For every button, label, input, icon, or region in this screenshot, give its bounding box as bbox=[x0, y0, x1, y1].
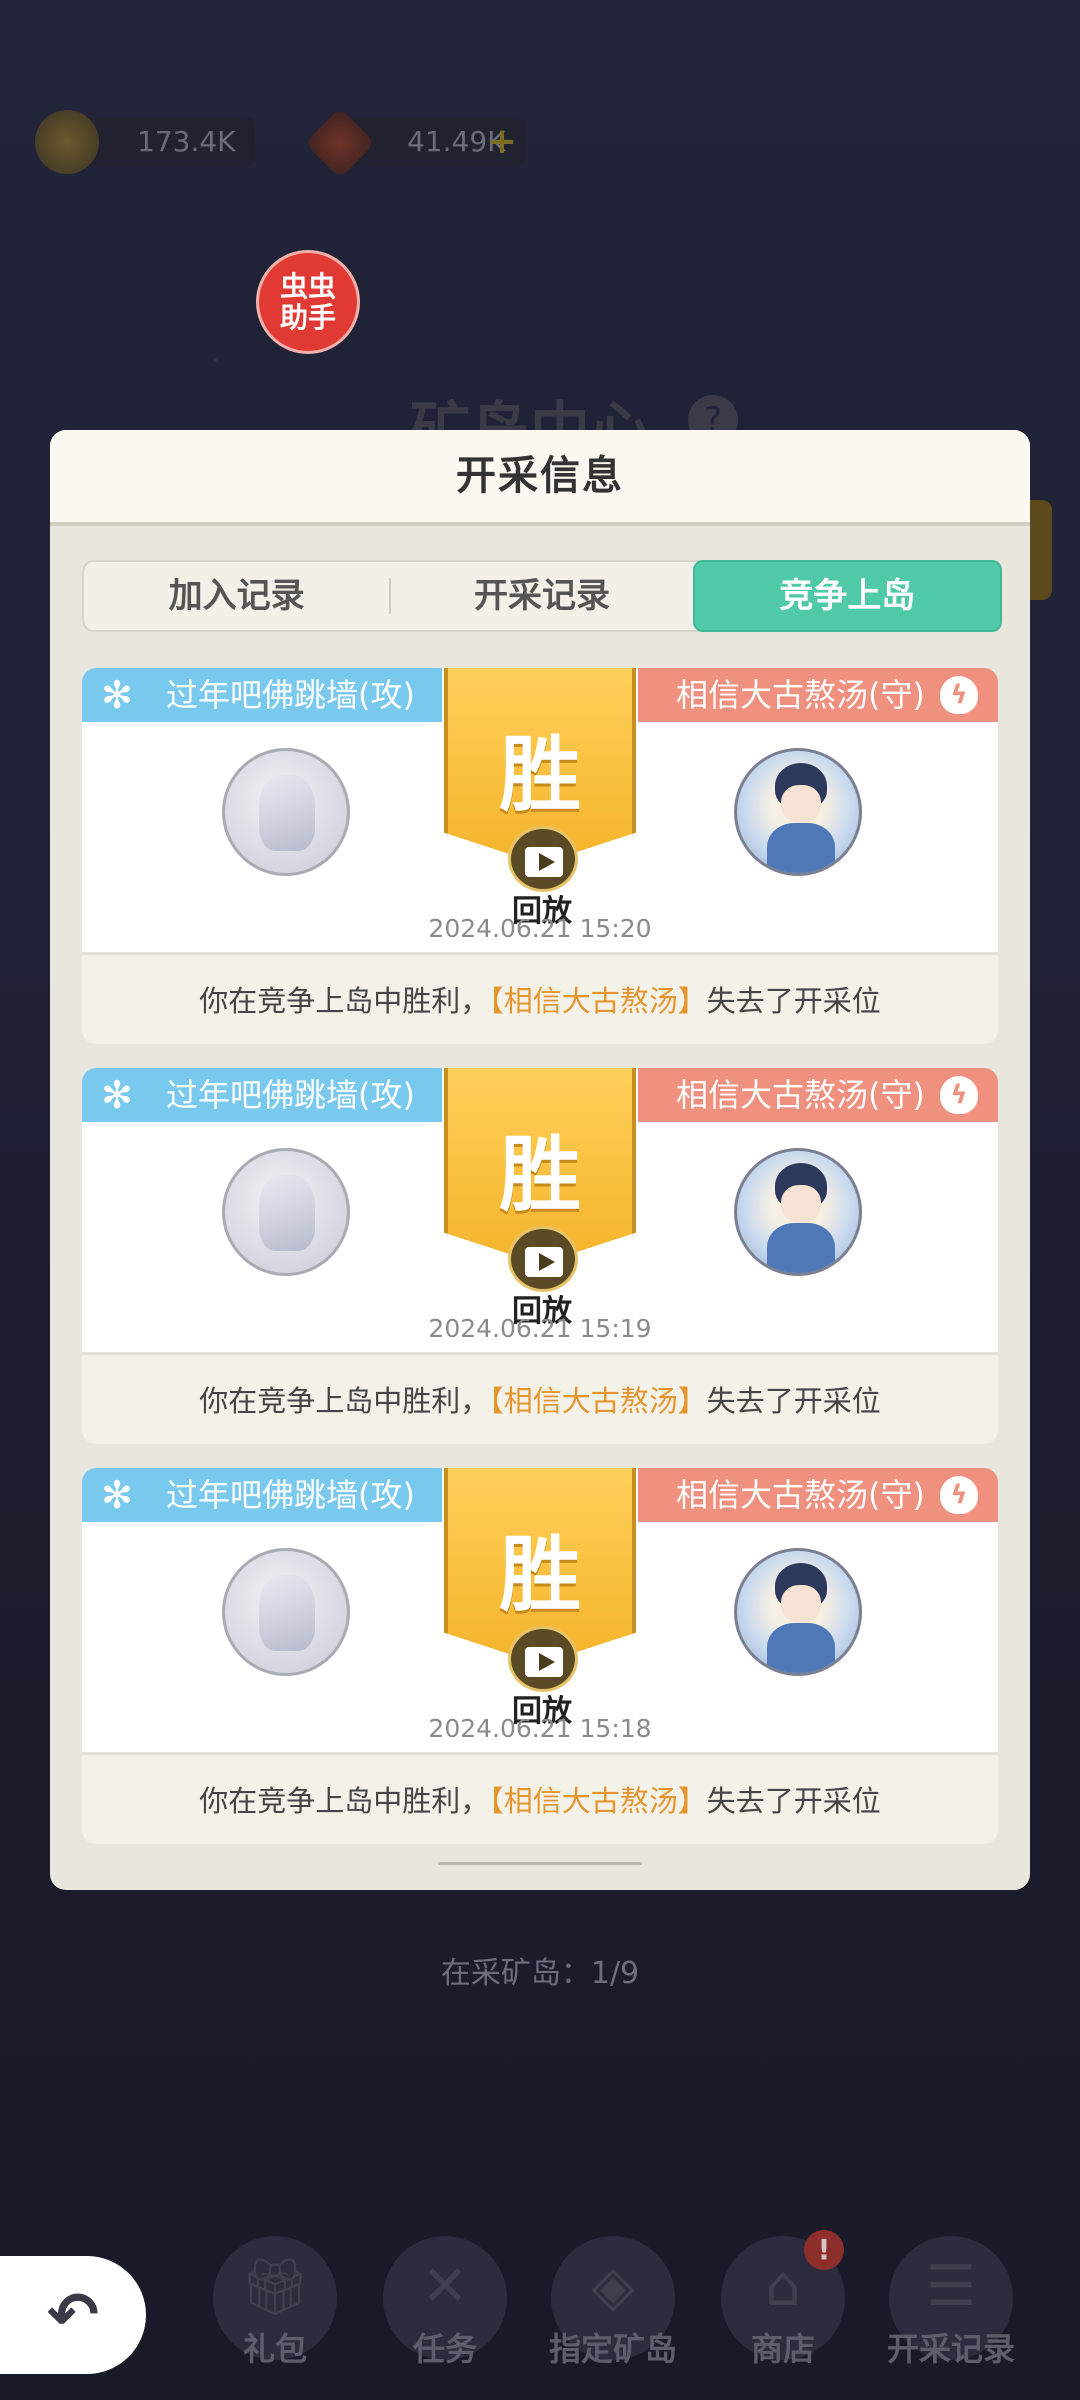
battle-message: 你在竞争上岛中胜利，【相信大古熬汤】失去了开采位 bbox=[82, 1352, 998, 1444]
helper-button[interactable]: 虫虫 助手 bbox=[256, 250, 360, 354]
mining-status: 在采矿岛：1/9 bbox=[440, 1956, 640, 1991]
records-icon: ☰ bbox=[925, 2254, 977, 2319]
coin-resource: 173.4K bbox=[35, 110, 255, 174]
defender-avatar[interactable] bbox=[734, 1548, 862, 1676]
nav-island-label: 指定矿岛 bbox=[548, 2330, 677, 2368]
tab-bar: 加入记录 开采记录 竞争上岛 bbox=[82, 560, 1002, 632]
nav-island[interactable]: ◈ 指定矿岛 bbox=[548, 2236, 678, 2368]
replay-icon[interactable] bbox=[508, 826, 578, 892]
result-label: 胜 bbox=[498, 727, 581, 823]
opponent-name-highlight: 【相信大古熬汤】 bbox=[489, 1784, 707, 1818]
nav-task[interactable]: ✕ 任务 bbox=[380, 2236, 510, 2368]
task-card-icon: ✕ bbox=[421, 2254, 469, 2319]
claw-icon: ✻ bbox=[101, 673, 133, 717]
tab-join-records[interactable]: 加入记录 bbox=[84, 562, 389, 630]
battle-message: 你在竞争上岛中胜利，【相信大古熬汤】失去了开采位 bbox=[82, 1752, 998, 1844]
battle-message: 你在竞争上岛中胜利，【相信大古熬汤】失去了开采位 bbox=[82, 952, 998, 1044]
nav-records-label: 开采记录 bbox=[886, 2330, 1015, 2368]
attacker-name: 过年吧佛跳墙(攻) bbox=[166, 1076, 415, 1114]
target-island-icon: ◈ bbox=[591, 2254, 635, 2319]
defender-avatar[interactable] bbox=[734, 1148, 862, 1276]
add-gem-button[interactable]: + bbox=[487, 118, 517, 166]
back-arrow-icon: ↶ bbox=[47, 2278, 99, 2351]
battle-time: 2024.06.21 15:18 bbox=[428, 1714, 652, 1743]
nav-gift-label: 礼包 bbox=[242, 2330, 307, 2368]
defender-bar: 相信大古熬汤(守) ϟ bbox=[638, 1068, 998, 1122]
battle-record-card: ✻ 过年吧佛跳墙(攻) 相信大古熬汤(守) ϟ 胜 回放 2024.06.21 … bbox=[82, 668, 998, 1044]
scroll-indicator[interactable] bbox=[438, 1862, 642, 1865]
shield-lightning-icon: ϟ bbox=[940, 676, 978, 714]
helper-label-line2: 助手 bbox=[279, 301, 336, 334]
result-label: 胜 bbox=[498, 1527, 581, 1623]
defender-name: 相信大古熬汤(守) bbox=[676, 1076, 925, 1114]
replay-icon[interactable] bbox=[508, 1626, 578, 1692]
opponent-name-highlight: 【相信大古熬汤】 bbox=[489, 984, 707, 1018]
dialog-title: 开采信息 bbox=[456, 453, 624, 499]
replay-icon[interactable] bbox=[508, 1226, 578, 1292]
opponent-name-highlight: 【相信大古熬汤】 bbox=[489, 1384, 707, 1418]
claw-icon: ✻ bbox=[101, 1073, 133, 1117]
shield-lightning-icon: ϟ bbox=[940, 1476, 978, 1514]
tab-mining-records[interactable]: 开采记录 bbox=[389, 562, 694, 630]
nav-shop[interactable]: ⌂ ! 商店 bbox=[718, 2230, 848, 2368]
nav-records[interactable]: ☰ 开采记录 bbox=[886, 2236, 1016, 2368]
shield-lightning-icon: ϟ bbox=[940, 1076, 978, 1114]
nav-gift[interactable]: 🎁︎ 礼包 bbox=[210, 2236, 340, 2368]
helper-label-line1: 虫虫 bbox=[279, 270, 336, 303]
attacker-name: 过年吧佛跳墙(攻) bbox=[166, 1476, 415, 1514]
attacker-avatar[interactable] bbox=[222, 1148, 350, 1276]
attacker-bar: ✻ 过年吧佛跳墙(攻) bbox=[82, 1068, 442, 1122]
mining-info-dialog: 开采信息 加入记录 开采记录 竞争上岛 ✻ 过年吧佛跳墙(攻) 相信大古熬汤(守… bbox=[50, 430, 1030, 1890]
attacker-bar: ✻ 过年吧佛跳墙(攻) bbox=[82, 668, 442, 722]
coin-amount: 173.4K bbox=[137, 125, 236, 158]
defender-bar: 相信大古熬汤(守) ϟ bbox=[638, 668, 998, 722]
claw-icon: ✻ bbox=[101, 1473, 133, 1517]
defender-avatar[interactable] bbox=[734, 748, 862, 876]
nav-task-label: 任务 bbox=[412, 2330, 477, 2368]
result-label: 胜 bbox=[498, 1127, 581, 1223]
shop-alert-badge: ! bbox=[804, 2230, 844, 2270]
attacker-bar: ✻ 过年吧佛跳墙(攻) bbox=[82, 1468, 442, 1522]
attacker-avatar[interactable] bbox=[222, 1548, 350, 1676]
battle-record-card: ✻ 过年吧佛跳墙(攻) 相信大古熬汤(守) ϟ 胜 回放 2024.06.21 … bbox=[82, 1068, 998, 1444]
defender-bar: 相信大古熬汤(守) ϟ bbox=[638, 1468, 998, 1522]
attacker-avatar[interactable] bbox=[222, 748, 350, 876]
tab-compete-island[interactable]: 竞争上岛 bbox=[692, 560, 1002, 632]
dialog-header: 开采信息 bbox=[50, 430, 1030, 526]
battle-time: 2024.06.21 15:19 bbox=[428, 1314, 652, 1343]
defender-name: 相信大古熬汤(守) bbox=[676, 676, 925, 714]
gem-resource: 41.49K + bbox=[304, 107, 525, 179]
attacker-name: 过年吧佛跳墙(攻) bbox=[166, 676, 415, 714]
gift-icon: 🎁︎ bbox=[239, 2255, 311, 2320]
defender-name: 相信大古熬汤(守) bbox=[676, 1476, 925, 1514]
nav-shop-label: 商店 bbox=[750, 2330, 815, 2368]
battle-record-card: ✻ 过年吧佛跳墙(攻) 相信大古熬汤(守) ϟ 胜 回放 2024.06.21 … bbox=[82, 1468, 998, 1844]
battle-time: 2024.06.21 15:20 bbox=[428, 914, 652, 943]
coin-icon bbox=[35, 110, 99, 174]
back-button[interactable]: ↶ bbox=[0, 2256, 146, 2374]
